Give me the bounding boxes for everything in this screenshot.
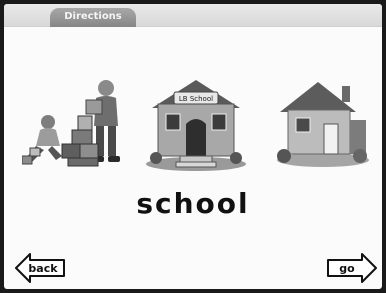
school-sign-label: LB School [179,95,213,103]
children-blocks-icon[interactable] [22,78,134,168]
go-label: go [339,261,355,275]
back-label: back [28,261,58,275]
house-icon[interactable] [274,76,372,168]
back-button[interactable]: back [14,252,66,284]
directions-tab[interactable]: Directions [50,8,136,27]
go-button[interactable]: go [326,252,378,284]
top-bar: Directions [4,4,382,27]
school-building-icon[interactable]: LB School [144,74,248,172]
app-window: Directions LB School school back go [4,4,382,289]
vocabulary-word: school [136,187,250,220]
